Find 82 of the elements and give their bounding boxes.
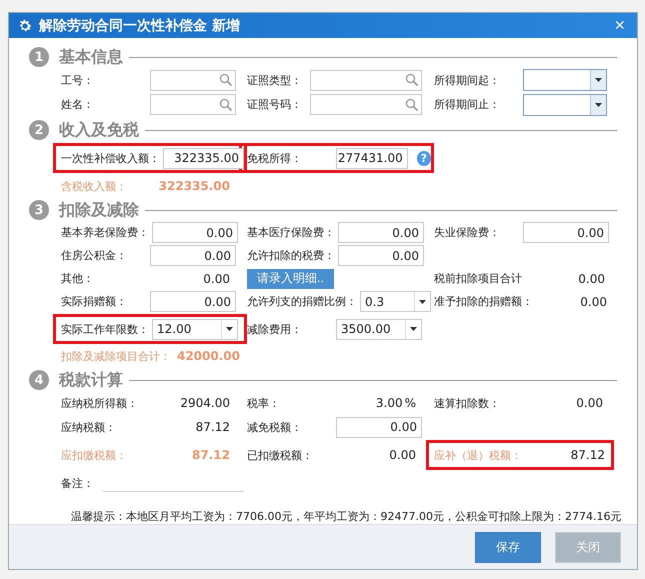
search-field[interactable] bbox=[150, 94, 236, 116]
field-label: 应补（退）税额： bbox=[434, 448, 522, 463]
value-text: 87.12 bbox=[191, 448, 231, 462]
caret-icon bbox=[410, 327, 417, 332]
value-text: 322335.00 bbox=[158, 179, 231, 194]
field-label: 备注： bbox=[61, 476, 94, 491]
field-label: 允许列支的捐赠比例： bbox=[247, 294, 357, 310]
field-label: 住房公积金： bbox=[61, 248, 128, 264]
field-label: 基本养老保险费： bbox=[61, 225, 149, 240]
select-field[interactable]: 0.3 bbox=[360, 291, 431, 312]
value-text: 2904.00 bbox=[179, 396, 231, 410]
number-field[interactable]: 0.00 bbox=[336, 416, 422, 438]
value-text: 87.12 bbox=[570, 448, 606, 462]
save-button[interactable]: 保存 bbox=[475, 532, 541, 563]
section-title: 税款计算 bbox=[59, 370, 123, 391]
step-number: 4 bbox=[29, 370, 49, 390]
step-number: 3 bbox=[29, 200, 49, 220]
caret-icon bbox=[419, 300, 426, 304]
field-label: 准予扣除的捐赠额： bbox=[434, 294, 533, 310]
section-title: 收入及免税 bbox=[59, 120, 139, 141]
field-label: 应纳税额： bbox=[61, 420, 117, 435]
field-label: 应纳税所得额： bbox=[61, 396, 139, 411]
field-label: 实际工作年限数： bbox=[61, 322, 149, 337]
field-label: 实际捐赠额： bbox=[61, 294, 128, 310]
field-label: 减免税额： bbox=[247, 420, 303, 435]
field-label: 其他： bbox=[61, 271, 95, 286]
field-label: 免税所得： bbox=[247, 150, 303, 166]
value-text: 0.00 bbox=[202, 272, 231, 286]
select-field[interactable]: 12.00 bbox=[152, 318, 238, 340]
field-label: 已扣缴税额： bbox=[247, 448, 314, 463]
period-dropdown[interactable] bbox=[523, 69, 607, 92]
number-field[interactable]: 0.00 bbox=[338, 222, 424, 244]
value-text: 0.00 bbox=[577, 272, 606, 286]
number-field[interactable]: 277431.00 bbox=[336, 148, 408, 169]
field-label: 一次性补偿收入额： bbox=[61, 150, 160, 166]
field-label: 所得期间起： bbox=[434, 72, 501, 88]
number-field[interactable]: 0.00 bbox=[523, 222, 609, 244]
caret-icon bbox=[595, 78, 602, 82]
search-icon[interactable] bbox=[405, 98, 419, 112]
value-text: 42000.00 bbox=[176, 349, 241, 364]
field-label: 姓名： bbox=[61, 97, 95, 112]
value-text: 0.00 bbox=[388, 448, 417, 462]
field-label: 税前扣除项目合计 bbox=[434, 271, 522, 286]
step-number: 1 bbox=[29, 47, 49, 68]
search-icon[interactable] bbox=[219, 73, 233, 88]
value-text: 0.00 bbox=[579, 294, 608, 309]
number-field[interactable]: 0.00 bbox=[152, 222, 238, 244]
number-field[interactable]: 0.00 bbox=[150, 245, 236, 266]
field-label: 失业保险费： bbox=[434, 225, 501, 240]
value-text: 3.00 % bbox=[374, 396, 417, 410]
value-text: 0.00 bbox=[575, 396, 604, 410]
field-label: 扣除及减除项目合计： bbox=[61, 348, 171, 364]
search-field[interactable] bbox=[310, 70, 422, 91]
number-field[interactable]: 322335.00 bbox=[163, 148, 244, 169]
field-label: 所得期间止： bbox=[434, 97, 501, 112]
caret-icon bbox=[595, 102, 602, 107]
step-number: 2 bbox=[29, 120, 49, 140]
field-label: 允许扣除的税费： bbox=[247, 248, 335, 264]
value-text: 87.12 bbox=[194, 420, 231, 434]
field-label: 含税收入额： bbox=[61, 178, 128, 194]
section-title: 基本信息 bbox=[59, 46, 123, 68]
settings-icon bbox=[17, 18, 33, 34]
period-dropdown[interactable] bbox=[523, 94, 607, 116]
field-label: 基本医疗保险费： bbox=[247, 225, 335, 240]
search-field[interactable] bbox=[150, 70, 236, 91]
caret-icon bbox=[226, 327, 233, 332]
close-button[interactable]: × bbox=[610, 15, 629, 36]
number-field[interactable]: 0.00 bbox=[338, 245, 424, 266]
section-title: 扣除及减除 bbox=[59, 200, 139, 221]
search-icon[interactable] bbox=[219, 98, 233, 112]
search-icon[interactable] bbox=[405, 73, 419, 88]
field-label: 税率： bbox=[247, 396, 281, 411]
window-title: 解除劳动合同一次性补偿金 新增 bbox=[39, 16, 241, 35]
field-label: 速算扣除数： bbox=[434, 396, 501, 411]
select-field[interactable]: 3500.00 bbox=[336, 318, 422, 340]
field-label: 工号： bbox=[61, 72, 95, 88]
search-field[interactable] bbox=[310, 94, 422, 116]
field-label: 应扣缴税额： bbox=[61, 448, 128, 463]
field-label: 证照号码： bbox=[247, 97, 303, 112]
field-label: 证照类型： bbox=[247, 72, 303, 88]
number-field[interactable]: 0.00 bbox=[150, 291, 236, 312]
field-label: 减除费用： bbox=[247, 322, 303, 337]
